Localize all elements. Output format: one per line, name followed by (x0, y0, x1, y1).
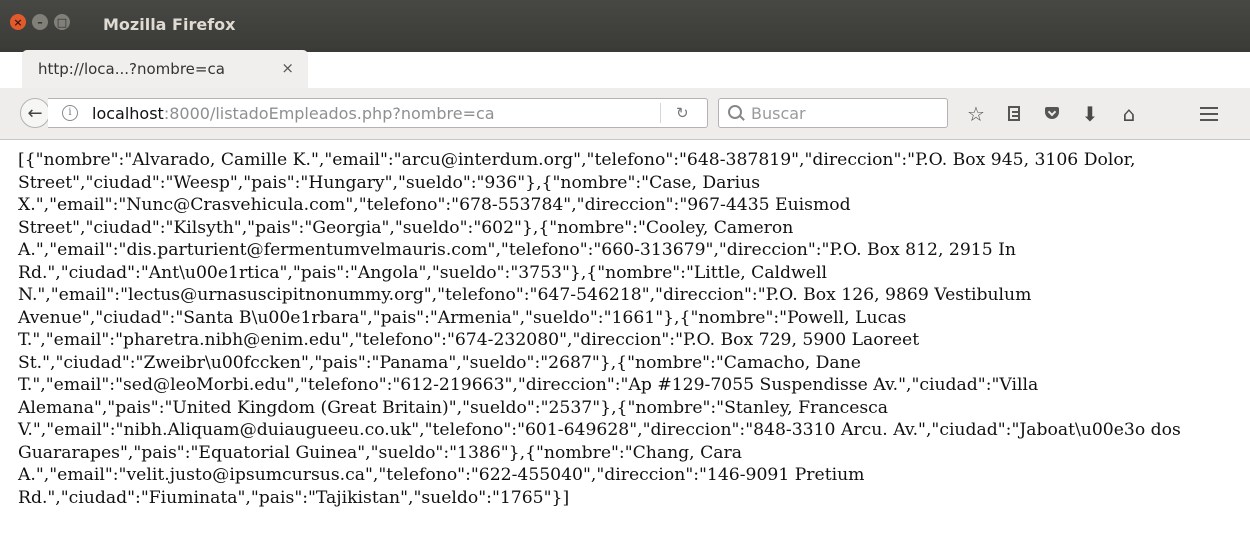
back-arrow-icon: ← (27, 102, 43, 124)
download-icon[interactable]: ⬇ (1077, 101, 1103, 127)
back-button[interactable]: ← (20, 98, 50, 128)
window-controls: × – □ (10, 14, 70, 30)
bookmark-star-icon[interactable]: ☆ (963, 101, 989, 127)
window-maximize-icon[interactable]: □ (54, 14, 70, 30)
navigation-bar: ← i localhost:8000/listadoEmpleados.php?… (0, 88, 1250, 140)
menu-icon[interactable] (1196, 101, 1222, 127)
home-icon[interactable]: ⌂ (1116, 101, 1142, 127)
url-path: :8000/listadoEmpleados.php?nombre=ca (163, 104, 495, 123)
title-bar: × – □ Mozilla Firefox (0, 0, 1250, 52)
tab-close-icon[interactable]: × (281, 59, 294, 77)
json-response-text: [{"nombre":"Alvarado, Camille K.","email… (18, 150, 1181, 508)
reload-icon[interactable]: ↻ (676, 104, 689, 122)
window-title: Mozilla Firefox (103, 15, 236, 34)
new-tab-button[interactable]: + (320, 52, 346, 78)
window-minimize-icon[interactable]: – (32, 14, 48, 30)
window-close-icon[interactable]: × (10, 14, 26, 30)
reader-list-icon[interactable] (1001, 101, 1027, 127)
tab-title: http://loca...?nombre=ca (38, 60, 225, 78)
url-host: localhost (92, 104, 164, 123)
url-text[interactable]: localhost:8000/listadoEmpleados.php?nomb… (92, 104, 495, 123)
search-bar[interactable]: Buscar (718, 98, 948, 128)
url-separator (660, 103, 661, 123)
search-placeholder: Buscar (751, 104, 806, 123)
browser-tab[interactable]: http://loca...?nombre=ca × (22, 50, 308, 88)
url-bar[interactable]: i localhost:8000/listadoEmpleados.php?no… (48, 98, 708, 128)
site-info-icon[interactable]: i (62, 105, 78, 121)
search-icon (728, 105, 742, 119)
pocket-icon[interactable] (1039, 101, 1065, 127)
